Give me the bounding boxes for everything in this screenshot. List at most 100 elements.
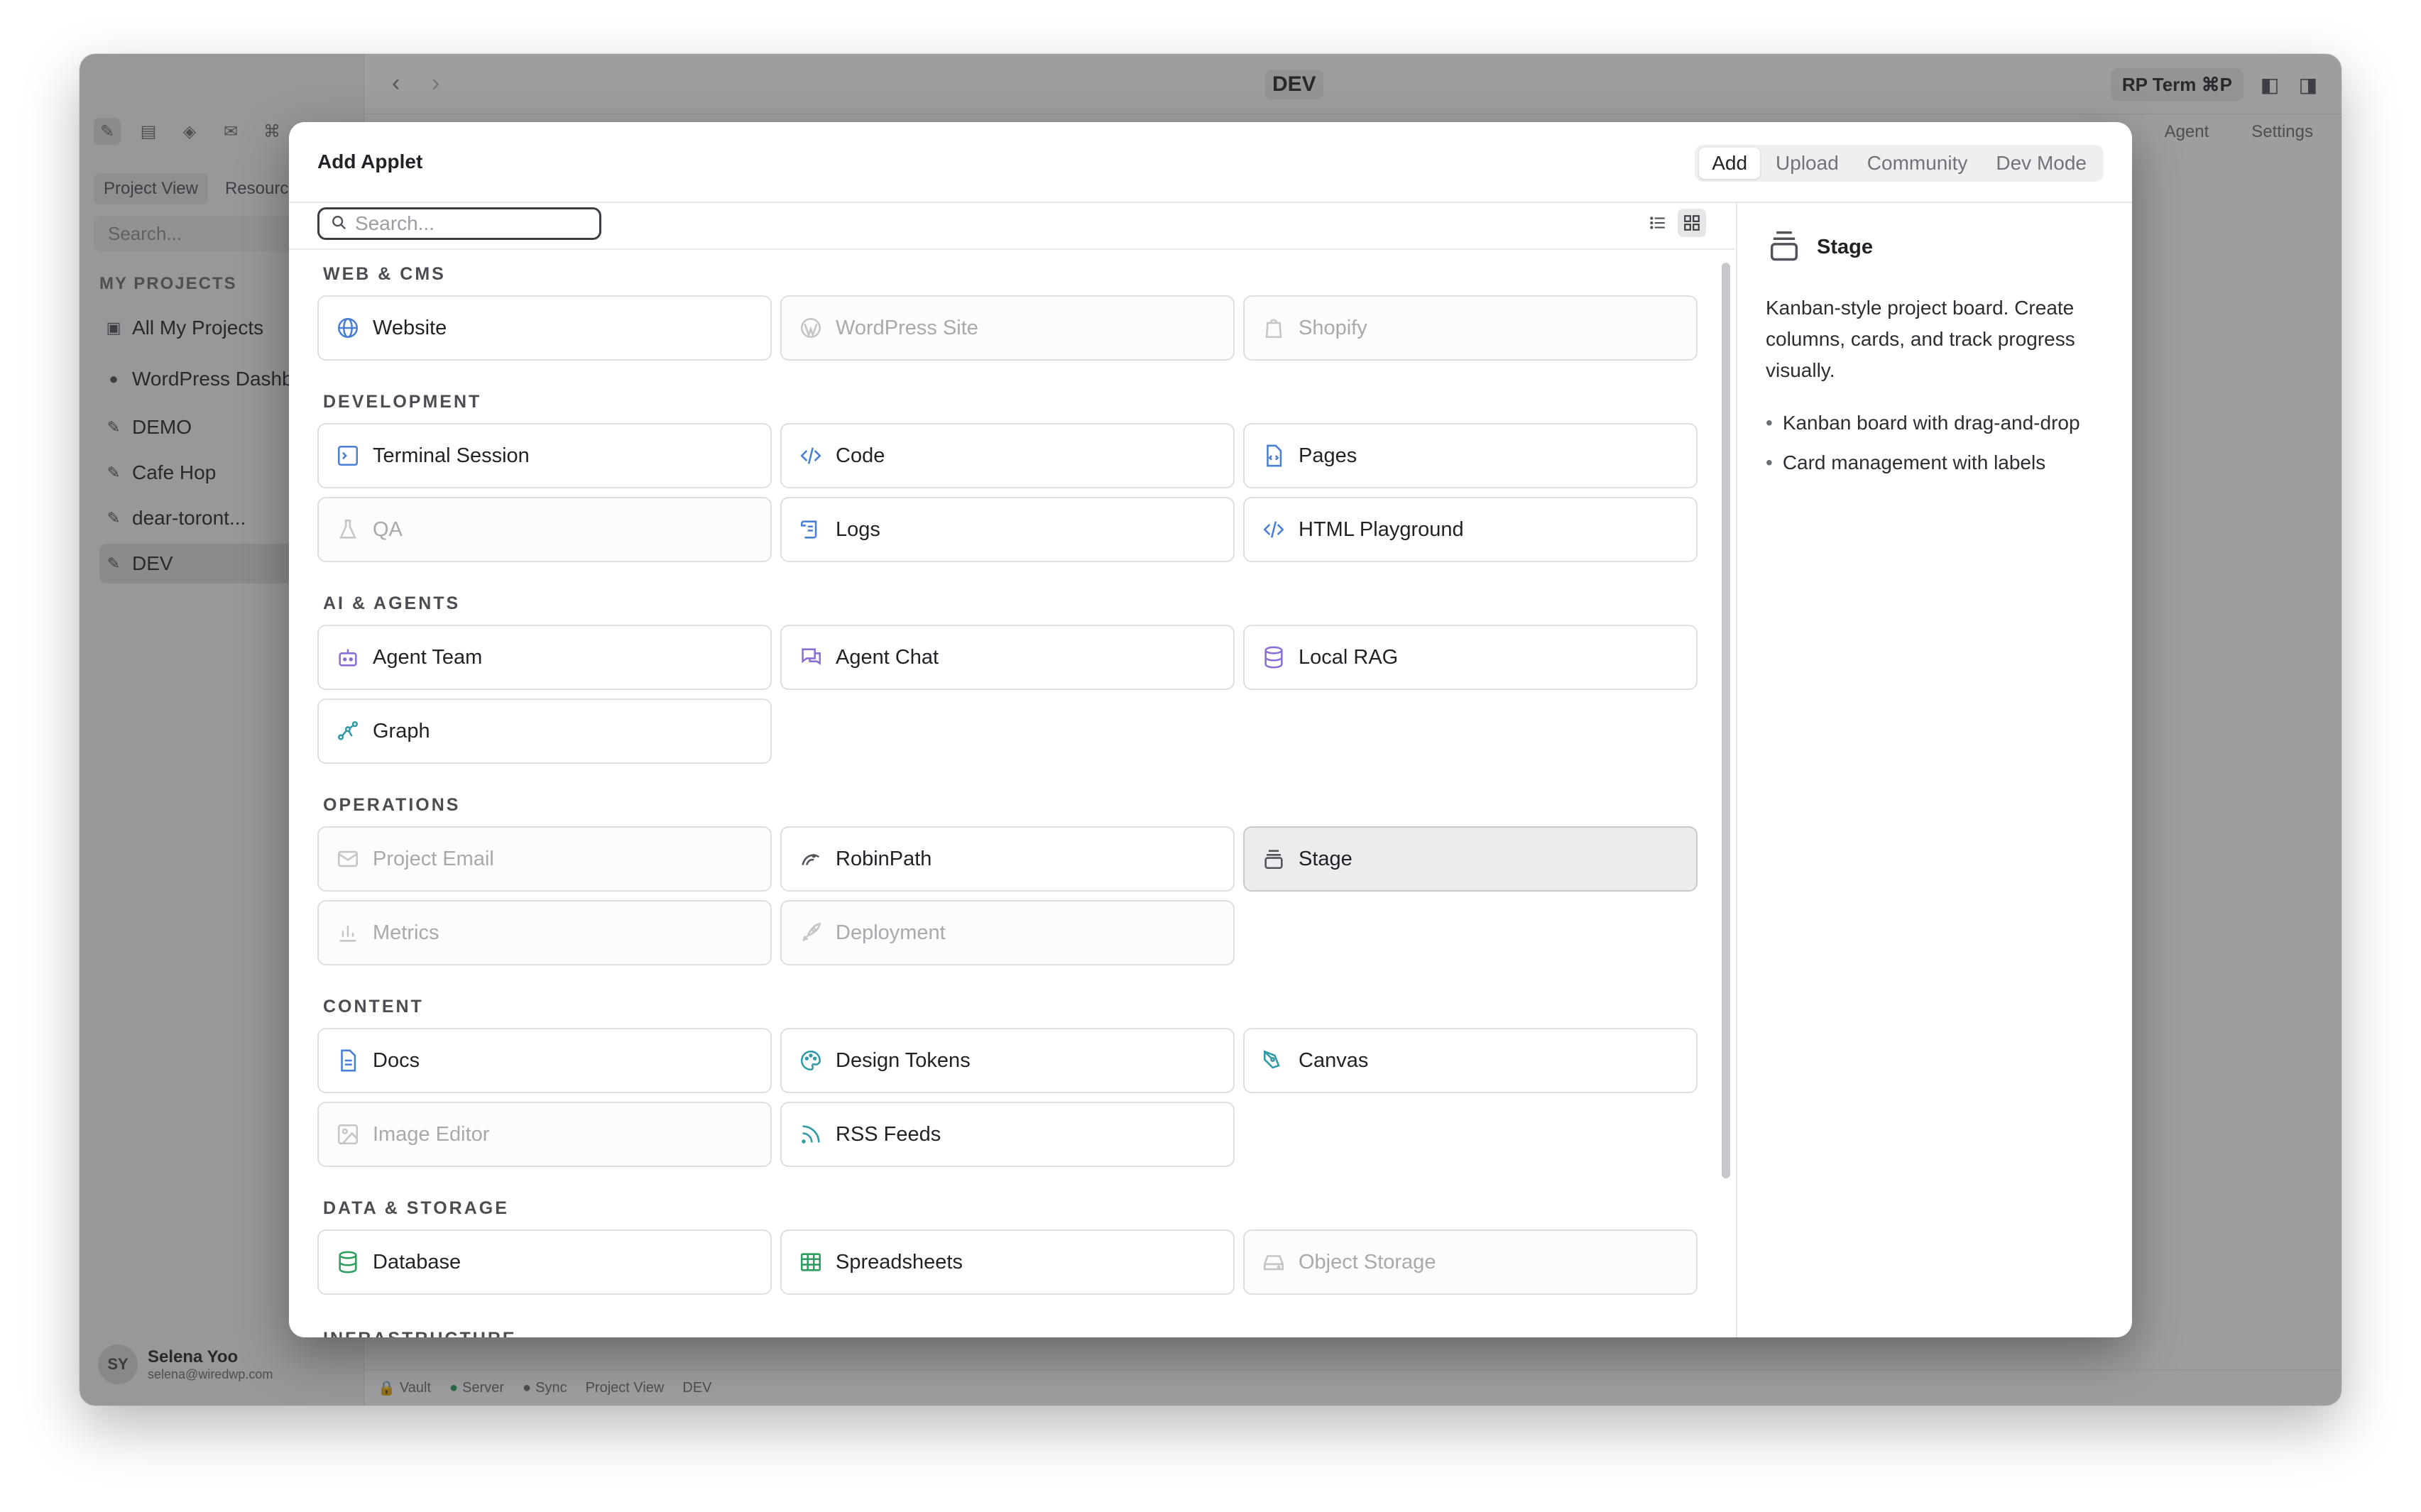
applet-card-website[interactable]: Website — [317, 295, 772, 361]
tab-community[interactable]: Community — [1854, 148, 1981, 179]
applet-card-pages[interactable]: Pages — [1243, 423, 1698, 488]
applet-card-design-tokens[interactable]: Design Tokens — [780, 1028, 1235, 1093]
applet-label: Canvas — [1299, 1048, 1369, 1072]
add-applet-dialog: Add Applet Add Upload Community Dev Mode — [289, 122, 2132, 1337]
list-view-icon[interactable] — [1644, 209, 1672, 237]
applet-label: Database — [373, 1250, 461, 1273]
applet-card-image-editor[interactable]: Image Editor — [317, 1102, 772, 1167]
applet-card-code[interactable]: Code — [780, 423, 1235, 488]
shopping-bag-icon — [1262, 316, 1286, 340]
feature-item: Kanban board with drag-and-drop — [1766, 412, 2080, 434]
rocket-icon — [799, 921, 823, 945]
applet-card-local-rag[interactable]: Local RAG — [1243, 625, 1698, 690]
applet-label: HTML Playground — [1299, 517, 1464, 541]
applet-label: Local RAG — [1299, 645, 1399, 669]
dialog-header: Add Applet Add Upload Community Dev Mode — [289, 122, 2132, 203]
detail-features: Kanban board with drag-and-drop Card man… — [1766, 412, 2080, 491]
feature-item: Card management with labels — [1766, 451, 2080, 474]
file-code-icon — [1262, 444, 1286, 468]
dialog-title: Add Applet — [317, 150, 423, 172]
scrollbar[interactable] — [1722, 263, 1730, 1178]
applet-card-docs[interactable]: Docs — [317, 1028, 772, 1093]
applet-card-database[interactable]: Database — [317, 1229, 772, 1295]
applet-label: WordPress Site — [836, 316, 978, 339]
detail-description: Kanban-style project board. Create colum… — [1766, 297, 2075, 381]
search-input[interactable] — [354, 212, 584, 236]
applet-card-robinpath[interactable]: RobinPath — [780, 826, 1235, 892]
image-icon — [336, 1122, 360, 1146]
section-infrastructure: INFRASTRUCTURE — [323, 1329, 517, 1337]
applet-card-graph[interactable]: Graph — [317, 699, 772, 764]
code-icon — [1262, 517, 1286, 542]
applet-card-html-playground[interactable]: HTML Playground — [1243, 497, 1698, 562]
applet-card-deployment[interactable]: Deployment — [780, 900, 1235, 965]
applet-card-metrics[interactable]: Metrics — [317, 900, 772, 965]
palette-icon — [799, 1048, 823, 1073]
section-operations: OPERATIONS — [323, 795, 461, 815]
mail-icon — [336, 847, 360, 871]
applet-label: RSS Feeds — [836, 1122, 941, 1146]
code-icon — [799, 444, 823, 468]
document-icon — [336, 1048, 360, 1073]
applet-label: QA — [373, 517, 403, 541]
applet-card-rss-feeds[interactable]: RSS Feeds — [780, 1102, 1235, 1167]
section-web-cms: WEB & CMS — [323, 264, 446, 284]
applet-label: Object Storage — [1299, 1250, 1436, 1273]
applet-label: Graph — [373, 719, 430, 743]
view-toggle — [1644, 209, 1706, 237]
table-icon — [799, 1250, 823, 1274]
bot-icon — [336, 645, 360, 669]
robinpath-icon — [799, 847, 823, 871]
wordpress-icon — [799, 316, 823, 340]
hard-drive-icon — [1262, 1250, 1286, 1274]
grid-view-icon[interactable] — [1678, 209, 1706, 237]
applet-label: Spreadsheets — [836, 1250, 963, 1273]
dialog-tabs: Add Upload Community Dev Mode — [1695, 145, 2104, 182]
applet-card-canvas[interactable]: Canvas — [1243, 1028, 1698, 1093]
applet-label: Docs — [373, 1048, 420, 1072]
applet-card-project-email[interactable]: Project Email — [317, 826, 772, 892]
section-content: CONTENT — [323, 997, 424, 1017]
applet-label: RobinPath — [836, 847, 932, 870]
applet-label: Pages — [1299, 444, 1357, 467]
applet-label: Website — [373, 316, 447, 339]
globe-icon — [336, 316, 360, 340]
pen-tool-icon — [1262, 1048, 1286, 1073]
applet-label: Metrics — [373, 921, 439, 944]
search-box[interactable] — [317, 207, 601, 240]
stage-icon — [1766, 227, 1803, 268]
applet-card-spreadsheets[interactable]: Spreadsheets — [780, 1229, 1235, 1295]
applet-scroll-area[interactable]: WEB & CMS Website WordPress Site Shopify… — [289, 248, 1734, 1337]
tab-upload[interactable]: Upload — [1763, 148, 1852, 179]
flask-icon — [336, 517, 360, 542]
applet-label: Code — [836, 444, 885, 467]
applet-card-agent-team[interactable]: Agent Team — [317, 625, 772, 690]
applet-card-shopify[interactable]: Shopify — [1243, 295, 1698, 361]
applet-label: Stage — [1299, 847, 1352, 870]
tab-dev-mode[interactable]: Dev Mode — [1983, 148, 2099, 179]
applet-label: Agent Chat — [836, 645, 939, 669]
applet-label: Design Tokens — [836, 1048, 971, 1072]
graph-icon — [336, 719, 360, 743]
search-row — [289, 202, 1734, 250]
applet-card-logs[interactable]: Logs — [780, 497, 1235, 562]
applet-card-qa[interactable]: QA — [317, 497, 772, 562]
applet-card-object-storage[interactable]: Object Storage — [1243, 1229, 1698, 1295]
applet-list-pane: WEB & CMS Website WordPress Site Shopify… — [289, 202, 1734, 1337]
section-data-storage: DATA & STORAGE — [323, 1198, 509, 1218]
applet-card-stage[interactable]: Stage — [1243, 826, 1698, 892]
applet-label: Shopify — [1299, 316, 1367, 339]
applet-card-agent-chat[interactable]: Agent Chat — [780, 625, 1235, 690]
stage-icon — [1262, 847, 1286, 871]
database-icon — [1262, 645, 1286, 669]
chat-icon — [799, 645, 823, 669]
tab-add[interactable]: Add — [1699, 148, 1761, 179]
detail-header: Stage — [1766, 227, 1873, 268]
applet-label: Terminal Session — [373, 444, 530, 467]
applet-label: Deployment — [836, 921, 946, 944]
rss-icon — [799, 1122, 823, 1146]
applet-label: Logs — [836, 517, 880, 541]
search-icon — [331, 214, 346, 234]
applet-card-wordpress-site[interactable]: WordPress Site — [780, 295, 1235, 361]
applet-card-terminal-session[interactable]: Terminal Session — [317, 423, 772, 488]
